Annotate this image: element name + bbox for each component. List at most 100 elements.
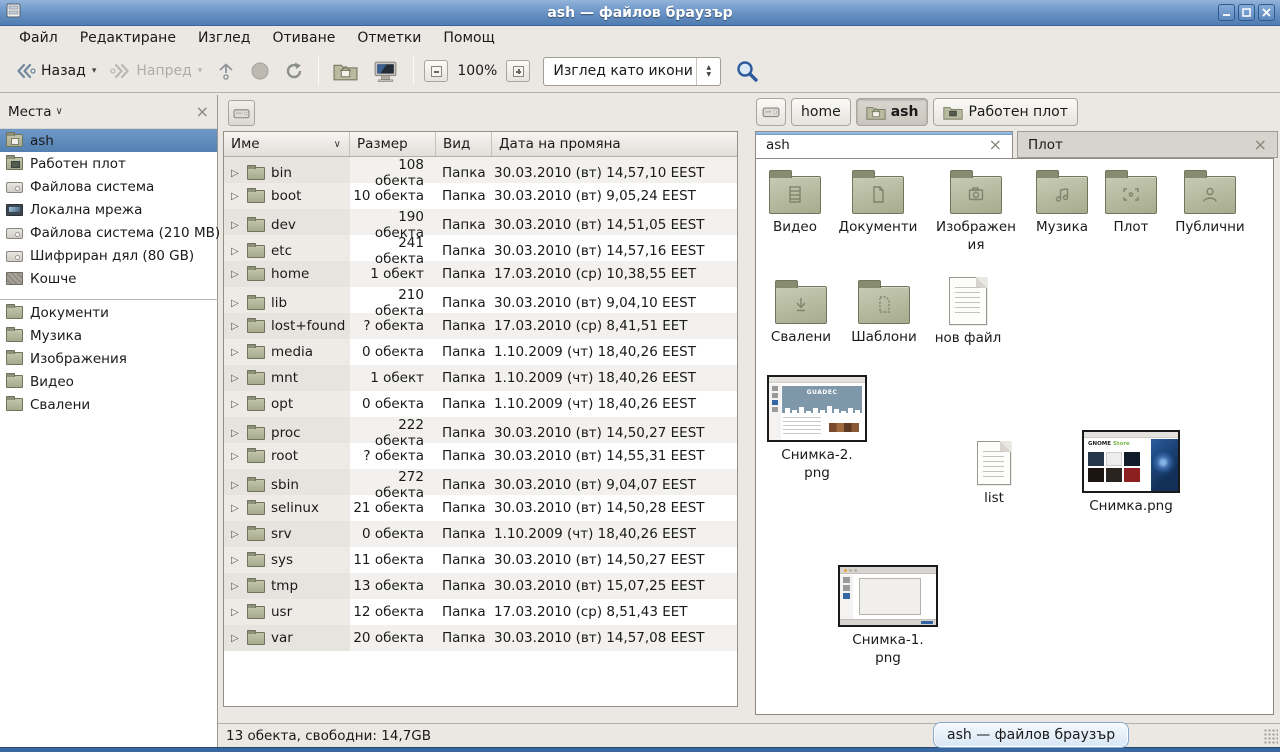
breadcrumb-ash-button[interactable]: ash [856,98,929,126]
forward-button[interactable]: Напред ▾ [103,58,209,84]
sidebar-place-item[interactable]: Документи [0,301,217,324]
grid-item-snimka2[interactable]: GUADEC Снимка-2.png [762,375,872,482]
breadcrumb-desktop-button[interactable]: Работен плот [933,98,1077,126]
stop-button[interactable] [243,57,277,85]
back-button[interactable]: Назад ▾ [8,58,103,84]
table-row[interactable]: ▷ bin 108 обекта Папка 30.03.2010 (вт) 1… [224,157,737,183]
pane-splitter[interactable] [740,95,753,723]
grid-item-downloads[interactable]: Свалени [761,277,841,347]
grid-item-snimka[interactable]: GNOME Store Снимка.png [1076,430,1186,516]
expander-icon[interactable]: ▷ [231,503,241,514]
table-row[interactable]: ▷ selinux 21 обекта Папка 30.03.2010 (вт… [224,495,737,521]
up-button[interactable] [209,57,243,85]
table-row[interactable]: ▷ media 0 обекта Папка 1.10.2009 (чт) 18… [224,339,737,365]
expander-icon[interactable]: ▷ [231,480,241,491]
title-bar[interactable]: ash — файлов браузър [0,0,1280,26]
sidebar-place-item[interactable]: Файлова система [0,175,217,198]
table-row[interactable]: ▷ home 1 обект Папка 17.03.2010 (ср) 10,… [224,261,737,287]
table-row[interactable]: ▷ sbin 272 обекта Папка 30.03.2010 (вт) … [224,469,737,495]
sidebar-place-item[interactable]: Свалени [0,393,217,416]
computer-button[interactable] [365,56,406,87]
root-filesystem-button[interactable] [228,100,255,126]
tab-close-icon[interactable]: × [989,137,1002,153]
table-row[interactable]: ▷ srv 0 обекта Папка 1.10.2009 (чт) 18,4… [224,521,737,547]
expander-icon[interactable]: ▷ [231,607,241,618]
grid-item-video[interactable]: Видео [757,167,833,237]
menu-go[interactable]: Отиване [261,27,346,49]
expander-icon[interactable]: ▷ [231,220,241,231]
grid-item-list-file[interactable]: list [958,441,1030,508]
expander-icon[interactable]: ▷ [231,451,241,462]
sidebar-place-item[interactable]: Локална мрежа [0,198,217,221]
table-row[interactable]: ▷ opt 0 обекта Папка 1.10.2009 (чт) 18,4… [224,391,737,417]
view-mode-select[interactable]: Изглед като икони ▲ ▼ [543,57,721,86]
menu-view[interactable]: Изглед [187,27,262,49]
sidebar-place-item[interactable]: Видео [0,370,217,393]
expander-icon[interactable]: ▷ [231,269,241,280]
reload-button[interactable] [277,57,311,85]
table-row[interactable]: ▷ usr 12 обекта Папка 17.03.2010 (ср) 8,… [224,599,737,625]
search-button[interactable] [727,54,767,88]
expander-icon[interactable]: ▷ [231,399,241,410]
expander-icon[interactable]: ▷ [231,168,241,179]
grid-item-public[interactable]: Публични [1167,167,1253,237]
table-row[interactable]: ▷ var 20 обекта Папка 30.03.2010 (вт) 14… [224,625,737,651]
expander-icon[interactable]: ▷ [231,321,241,332]
expander-icon[interactable]: ▷ [231,581,241,592]
sidebar-place-item[interactable]: Шифриран дял (80 GB) [0,244,217,267]
grid-item-templates[interactable]: Шаблони [844,277,924,347]
sidebar-place-item[interactable]: ash [0,129,217,152]
sidebar-place-item[interactable]: Работен плот [0,152,217,175]
column-header-size[interactable]: Размер [350,132,436,156]
expander-icon[interactable]: ▷ [231,428,241,439]
menu-help[interactable]: Помощ [432,27,505,49]
back-history-caret-icon[interactable]: ▾ [92,66,97,76]
zoom-in-button[interactable] [506,60,530,82]
expander-icon[interactable]: ▷ [231,191,241,202]
expander-icon[interactable]: ▷ [231,529,241,540]
places-selector[interactable]: Места [8,104,52,120]
grid-item-documents[interactable]: Документи [836,167,920,237]
expander-icon[interactable]: ▷ [231,298,241,309]
spinner-arrows-icon[interactable]: ▲ ▼ [696,58,720,85]
sidebar-place-item[interactable]: Файлова система (210 MB) [0,221,217,244]
resize-grip[interactable] [1264,729,1278,744]
minimize-button[interactable] [1218,4,1235,21]
table-row[interactable]: ▷ dev 190 обекта Папка 30.03.2010 (вт) 1… [224,209,737,235]
menu-file[interactable]: Файл [8,27,69,49]
expander-icon[interactable]: ▷ [231,555,241,566]
sidebar-place-item[interactable]: Кошче [0,267,217,290]
table-row[interactable]: ▷ lost+found ? обекта Папка 17.03.2010 (… [224,313,737,339]
grid-item-desktop[interactable]: Плот [1095,167,1167,237]
breadcrumb-root-button[interactable] [756,98,786,126]
sidebar-place-item[interactable]: Изображения [0,347,217,370]
tab-close-icon[interactable]: × [1254,137,1267,153]
column-header-name[interactable]: Име ∨ [224,132,350,156]
sidebar-place-item[interactable]: Музика [0,324,217,347]
table-row[interactable]: ▷ root ? обекта Папка 30.03.2010 (вт) 14… [224,443,737,469]
expander-icon[interactable]: ▷ [231,246,241,257]
grid-item-new-file[interactable]: нов файл [928,271,1008,348]
menu-edit[interactable]: Редактиране [69,27,187,49]
grid-item-snimka1[interactable]: Снимка-1.png [833,565,943,667]
table-row[interactable]: ▷ proc 222 обекта Папка 30.03.2010 (вт) … [224,417,737,443]
zoom-out-button[interactable] [424,60,448,82]
tab-desktop[interactable]: Плот × [1017,131,1278,158]
table-row[interactable]: ▷ etc 241 обекта Папка 30.03.2010 (вт) 1… [224,235,737,261]
column-header-type[interactable]: Вид [436,132,492,156]
menu-bookmarks[interactable]: Отметки [346,27,432,49]
grid-item-music[interactable]: Музика [1023,167,1101,237]
tab-ash[interactable]: ash × [755,131,1013,158]
forward-history-caret-icon[interactable]: ▾ [198,66,203,76]
table-row[interactable]: ▷ sys 11 обекта Папка 30.03.2010 (вт) 14… [224,547,737,573]
home-button[interactable] [326,57,365,86]
table-row[interactable]: ▷ lib 210 обекта Папка 30.03.2010 (вт) 9… [224,287,737,313]
column-header-date[interactable]: Дата на промяна [492,132,737,156]
table-row[interactable]: ▷ tmp 13 обекта Папка 30.03.2010 (вт) 15… [224,573,737,599]
table-row[interactable]: ▷ boot 10 обекта Папка 30.03.2010 (вт) 9… [224,183,737,209]
expander-icon[interactable]: ▷ [231,633,241,644]
sidebar-close-icon[interactable]: × [196,104,209,120]
close-button[interactable] [1258,4,1275,21]
expander-icon[interactable]: ▷ [231,373,241,384]
grid-item-images[interactable]: Изображения [932,167,1020,254]
